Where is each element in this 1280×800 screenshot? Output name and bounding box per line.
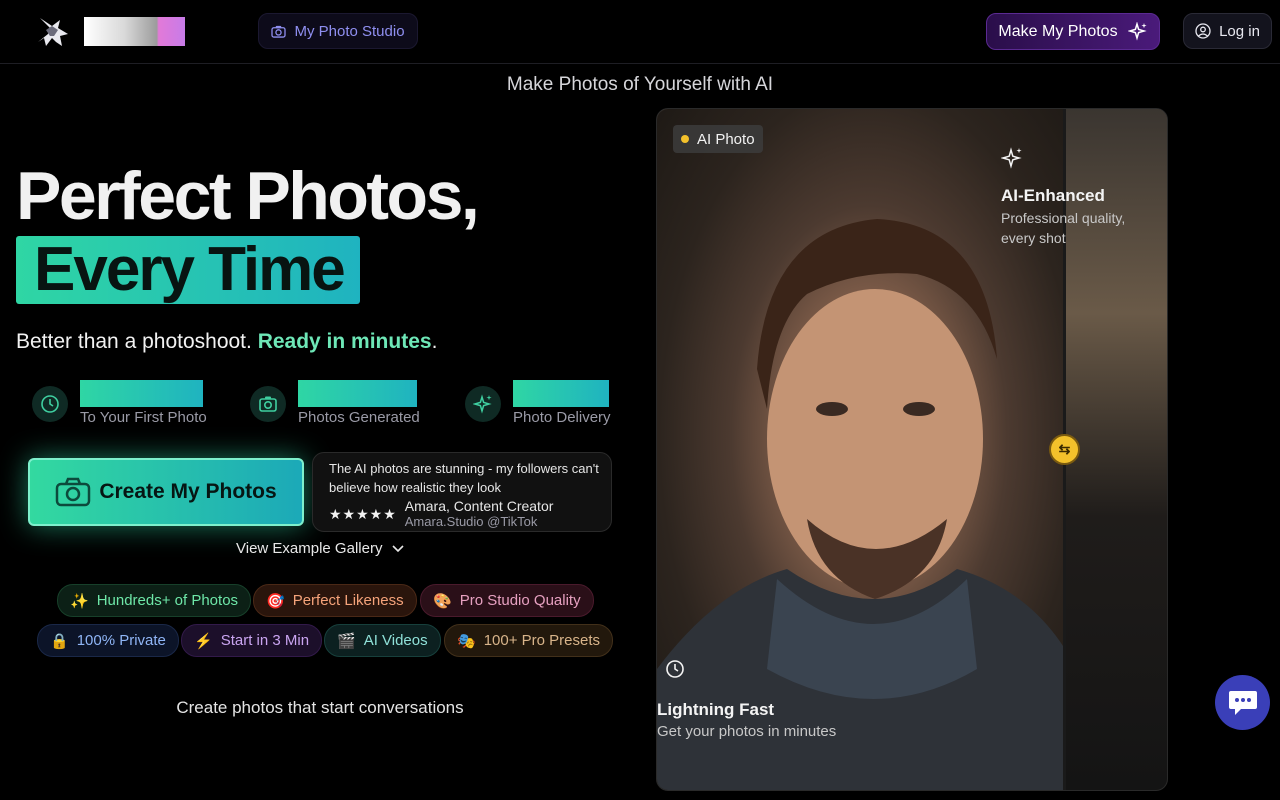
palette-icon: 🎨 (433, 592, 452, 610)
tag-label: Perfect Likeness (292, 592, 404, 609)
tag-label: 100+ Pro Presets (483, 632, 601, 649)
hero-subtitle: Better than a photoshoot. Ready in minut… (16, 330, 437, 354)
feature-tag-start-fast: ⚡ Start in 3 Min (181, 624, 323, 657)
brand-wordmark[interactable] (84, 17, 185, 46)
tag-label: Start in 3 Min (220, 632, 310, 649)
before-after-photo-comparison[interactable]: ⇆ AI Photo AI-Enhanced Professional qual… (656, 108, 1168, 791)
lock-icon: 🔒 (50, 632, 69, 650)
view-gallery-link[interactable]: View Example Gallery (236, 540, 405, 557)
clock-icon (32, 386, 68, 422)
testimonial-handle: Amara.Studio @TikTok (404, 514, 538, 529)
camera-icon (271, 25, 287, 38)
sparkles-icon (1127, 21, 1147, 41)
stat-photo-delivery: Photo Delivery (465, 380, 611, 426)
tag-label: AI Videos (363, 632, 428, 649)
ai-enhanced-callout: AI-Enhanced Professional quality, every … (1000, 147, 1151, 248)
tag-label: Hundreds+ of Photos (96, 592, 239, 609)
login-button[interactable]: Log in (1183, 13, 1272, 49)
feature-tag-studio-quality: 🎨 Pro Studio Quality (420, 584, 594, 617)
ai-photo-badge: AI Photo (673, 125, 763, 153)
fast-text: Get your photos in minutes (657, 723, 837, 740)
feature-tag-ai-videos: 🎬 AI Videos (324, 624, 441, 657)
testimonial-author: Amara, Content Creator (404, 498, 554, 514)
stat-photos-generated: Photos Generated (250, 380, 420, 426)
clapperboard-icon: 🎬 (337, 632, 356, 650)
create-my-photos-button[interactable]: Create My Photos (28, 458, 304, 526)
gallery-link-label: View Example Gallery (236, 540, 383, 557)
stat-label: To Your First Photo (80, 409, 207, 426)
feature-tag-presets: 🎭 100+ Pro Presets (444, 624, 614, 657)
subtitle-highlight: Ready in minutes (257, 330, 432, 353)
make-my-photos-button[interactable]: Make My Photos (986, 13, 1160, 50)
badge-label: AI Photo (697, 130, 755, 148)
lightning-icon: ⚡ (194, 632, 213, 650)
chat-support-button[interactable] (1215, 675, 1270, 730)
camera-icon (56, 477, 91, 507)
enhanced-title: AI-Enhanced (1001, 186, 1105, 205)
stat-value-redacted (80, 380, 203, 407)
nav-studio-label: My Photo Studio (294, 22, 405, 40)
login-label: Log in (1219, 22, 1260, 40)
tag-label: 100% Private (76, 632, 166, 649)
stat-first-photo: To Your First Photo (32, 380, 207, 426)
feature-tag-private: 🔒 100% Private (37, 624, 179, 657)
sparkles-icon: ✨ (70, 592, 89, 610)
subtitle-start: Better than a photoshoot. (16, 330, 252, 353)
stat-value-redacted (298, 380, 417, 407)
sparkles-icon (1000, 147, 1022, 169)
masks-icon: 🎭 (457, 632, 476, 650)
camera-icon (250, 386, 286, 422)
enhanced-text: Professional quality, every shot (1001, 210, 1126, 246)
comparison-slider-handle[interactable]: ⇆ (1049, 434, 1080, 465)
fast-title: Lightning Fast (657, 700, 775, 719)
user-circle-icon (1195, 23, 1211, 39)
page-tagline: Make Photos of Yourself with AI (506, 74, 774, 95)
status-dot (681, 135, 689, 143)
stat-value-redacted (513, 380, 609, 407)
wolf-logo-icon[interactable] (32, 12, 72, 52)
nav-my-photo-studio[interactable]: My Photo Studio (258, 13, 418, 49)
stat-label: Photos Generated (298, 409, 420, 426)
star-rating: ★★★★★ (329, 506, 397, 522)
tag-label: Pro Studio Quality (459, 592, 581, 609)
hero-title-line1: Perfect Photos, (16, 158, 480, 234)
make-button-label: Make My Photos (998, 22, 1118, 40)
feature-tag-likeness: 🎯 Perfect Likeness (253, 584, 417, 617)
conversation-tagline: Create photos that start conversations (176, 698, 464, 717)
testimonial-quote: The AI photos are stunning - my follower… (329, 461, 599, 495)
testimonial-card: The AI photos are stunning - my follower… (312, 452, 612, 532)
hero-title-line2: Every Time (16, 236, 360, 304)
target-icon: 🎯 (266, 592, 285, 610)
stat-label: Photo Delivery (513, 409, 611, 426)
chat-bubble-icon (1228, 690, 1257, 715)
lightning-fast-callout: Lightning Fast Get your photos in minute… (657, 659, 837, 742)
subtitle-end: . (431, 330, 438, 353)
top-navigation: My Photo Studio Make My Photos Log in (0, 0, 1280, 64)
cta-label: Create My Photos (99, 480, 277, 503)
feature-tag-hundreds: ✨ Hundreds+ of Photos (57, 584, 252, 617)
sparkles-icon (465, 386, 501, 422)
clock-icon (666, 660, 684, 678)
chevron-down-icon (392, 544, 405, 552)
